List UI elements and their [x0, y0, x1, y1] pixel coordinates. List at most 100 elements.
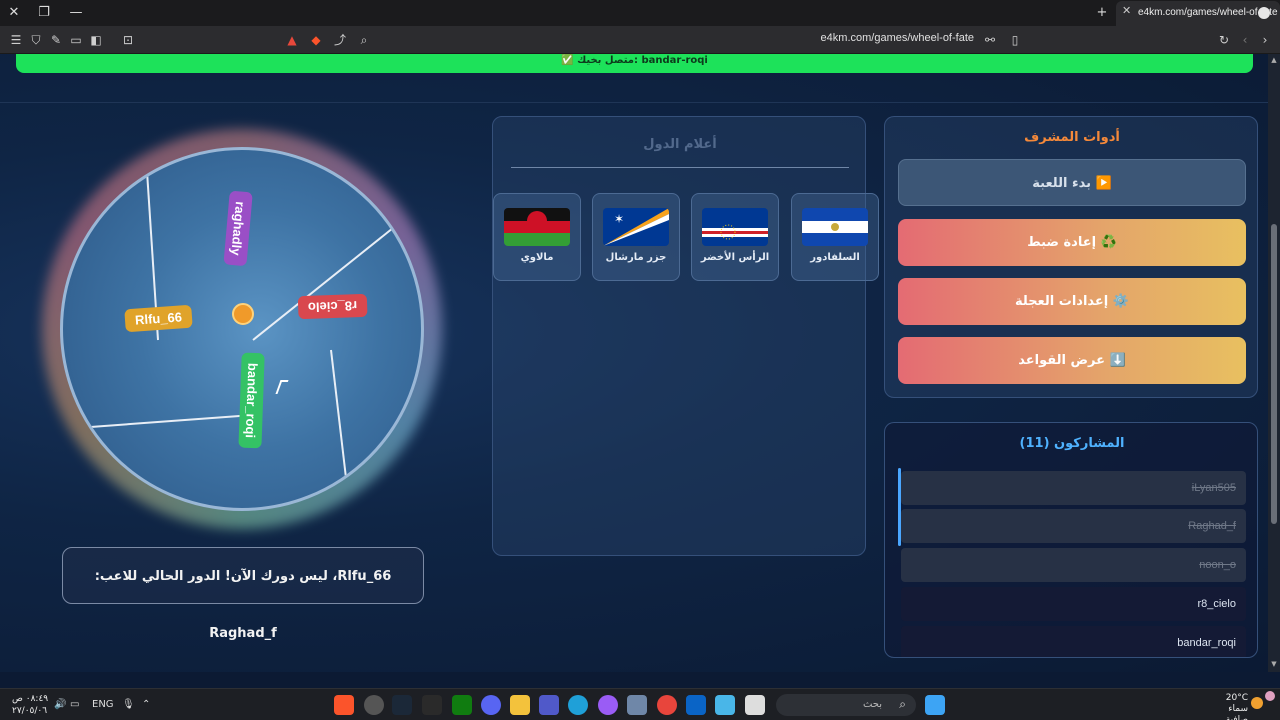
flag-el-salvador-icon [802, 208, 868, 246]
obs-app-icon[interactable] [364, 695, 384, 715]
start-button[interactable] [925, 695, 945, 715]
search-icon[interactable]: ⌕ [356, 32, 372, 48]
music-app-icon[interactable] [598, 695, 618, 715]
back-icon[interactable]: ‹ [1237, 32, 1253, 48]
svg-text:✶: ✶ [614, 212, 624, 226]
file-explorer-icon[interactable] [510, 695, 530, 715]
notepad-app-icon[interactable] [745, 695, 765, 715]
participant-row[interactable]: noon_o [901, 548, 1246, 582]
share-icon[interactable]: ⤴ [332, 32, 348, 48]
search-text: بحث [862, 699, 882, 710]
alert-icon[interactable]: ▲ [284, 32, 300, 48]
chevron-up-icon[interactable]: ⌃ [142, 699, 150, 710]
clock[interactable]: ٠٨:٤٩ ص ٢٧/٠٥/٠٦ [12, 693, 48, 717]
discord-app-icon[interactable] [481, 695, 501, 715]
flag-marshall-islands-icon: ✶ [603, 208, 669, 246]
active-tab[interactable]: ✕ e4km.com/games/wheel-of-fate [1116, 1, 1280, 26]
reset-button[interactable]: إعادة ضبط ♻️ [898, 219, 1246, 266]
flags-panel: أعلام الدول السلفادور الرأس الأخضر ✶ جزر… [492, 116, 879, 556]
flag-card-malawi[interactable]: مالاوي [493, 193, 581, 281]
scrollbar-thumb[interactable] [1271, 224, 1277, 524]
epic-games-app-icon[interactable] [422, 695, 442, 715]
scroll-down-icon[interactable]: ▼ [1270, 660, 1278, 668]
flag-name: مالاوي [520, 252, 554, 263]
site-settings-icon[interactable]: ⚯ [982, 32, 998, 48]
close-window-icon[interactable]: ✕ [4, 3, 24, 23]
minimize-window-icon[interactable]: — [66, 3, 86, 23]
page-content: ✅ متصل بخيك: bandar-roqi raghadly r8_cie… [0, 54, 1280, 672]
weather-description: سماء صافية [1225, 704, 1248, 720]
menu-icon[interactable]: ☰ [8, 32, 24, 48]
wheel-label-r8-cielo: r8_cielo [297, 293, 368, 320]
brave-app-icon[interactable] [334, 695, 354, 715]
flag-name: السلفادور [810, 252, 860, 263]
clock-date: ٢٧/٠٥/٠٦ [12, 706, 48, 716]
restore-window-icon[interactable]: ❐ [34, 3, 54, 23]
teams-app-icon[interactable] [539, 695, 559, 715]
page-scrollbar[interactable]: ▲ ▼ [1268, 54, 1280, 672]
wheel-label-rlfu-66: Rlfu_66 [124, 304, 193, 333]
start-game-button[interactable]: بدء اللعبة ▶️ [898, 159, 1246, 206]
screenshot-icon[interactable]: ⊡ [120, 32, 136, 48]
notification-icon[interactable] [1265, 691, 1275, 701]
temperature: 20°C [1225, 693, 1248, 703]
admin-title: أدوات المشرف [1024, 130, 1120, 145]
copilot-app-icon[interactable] [715, 695, 735, 715]
flags-title: أعلام الدول [643, 137, 717, 152]
shield-icon[interactable]: ⛉ [28, 32, 44, 48]
microphone-icon[interactable]: 🎙 [122, 699, 135, 710]
moon-icon [1251, 697, 1263, 709]
connection-status: ✅ متصل بخيك: bandar-roqi [16, 54, 1253, 73]
taskbar-search[interactable]: بحث ⌕ [776, 694, 916, 716]
participant-row[interactable]: bandar_roqi [901, 626, 1246, 657]
flag-card-cape-verde[interactable]: الرأس الأخضر [691, 193, 779, 281]
admin-tools-panel: أدوات المشرف بدء اللعبة ▶️ إعادة ضبط ♻️ … [884, 116, 1258, 398]
forward-icon[interactable]: › [1257, 32, 1273, 48]
clock-time: ٠٨:٤٩ ص [12, 694, 49, 704]
flag-card-marshall-islands[interactable]: ✶ جزر مارشال [592, 193, 680, 281]
wheel-of-fate[interactable] [42, 129, 442, 529]
sidebar-icon[interactable]: ◧ [88, 32, 104, 48]
flag-cape-verde-icon [702, 208, 768, 246]
outlook-app-icon[interactable] [686, 695, 706, 715]
bookmark-icon[interactable]: ▯ [1007, 32, 1023, 48]
tab-close-icon[interactable]: ✕ [1122, 4, 1131, 17]
xbox-app-icon[interactable] [452, 695, 472, 715]
flag-name: جزر مارشال [605, 252, 667, 263]
new-tab-icon[interactable]: + [1092, 3, 1112, 23]
taskbar: ٠٨:٤٩ ص ٢٧/٠٥/٠٦ 🔊 ▭ ENG 🎙 ⌃ بحث ⌕ 20°C … [0, 688, 1280, 720]
address-bar[interactable]: e4km.com/games/wheel-of-fate [760, 32, 974, 44]
turn-message: Rlfu_66، ليس دورك الآن! الدور الحالي للا… [62, 547, 424, 641]
show-rules-button[interactable]: عرض القواعد ⬇️ [898, 337, 1246, 384]
network-icon[interactable]: ▭ [70, 699, 79, 710]
scroll-up-icon[interactable]: ▲ [1270, 56, 1278, 64]
volume-icon[interactable]: 🔊 [54, 699, 66, 710]
language-indicator[interactable]: ENG [92, 699, 114, 710]
flags-divider [511, 167, 849, 168]
chrome-app-icon[interactable] [657, 695, 677, 715]
weather-widget[interactable]: 20°C سماء صافية [1206, 693, 1248, 720]
browser-toolbar: ☰ ⛉ ✎ ▭ ◧ ⊡ ▲ ◆ ⤴ ⌕ e4km.com/games/wheel… [0, 26, 1280, 54]
brave-shield-icon[interactable]: ◆ [308, 32, 324, 48]
participant-row[interactable]: Raghad_f [901, 509, 1246, 543]
edge-app-icon[interactable] [568, 695, 588, 715]
steam-app-icon[interactable] [392, 695, 412, 715]
tab-favicon-icon [1258, 7, 1270, 19]
flag-card-el-salvador[interactable]: السلفادور [791, 193, 879, 281]
tabs-icon[interactable]: ▭ [68, 32, 84, 48]
pen-icon[interactable]: ✎ [48, 32, 64, 48]
participants-panel: المشاركون (11) iLyan505 Raghad_f noon_o … [884, 422, 1258, 658]
wheel-settings-button[interactable]: إعدادات العجلة ⚙️ [898, 278, 1246, 325]
wheel-hub [232, 303, 254, 325]
reload-icon[interactable]: ↻ [1216, 32, 1232, 48]
participants-title: المشاركون (11) [1019, 436, 1125, 451]
flag-name: الرأس الأخضر [700, 252, 770, 263]
tab-title: e4km.com/games/wheel-of-fate [1138, 7, 1278, 18]
search-icon: ⌕ [899, 697, 906, 711]
participant-row[interactable]: r8_cielo [901, 587, 1246, 621]
wheel-label-bandar-roqi: bandar_roqi [238, 352, 265, 449]
header-divider [0, 102, 1280, 103]
flag-malawi-icon [504, 208, 570, 246]
store-app-icon[interactable] [627, 695, 647, 715]
participant-row[interactable]: iLyan505 [901, 471, 1246, 505]
